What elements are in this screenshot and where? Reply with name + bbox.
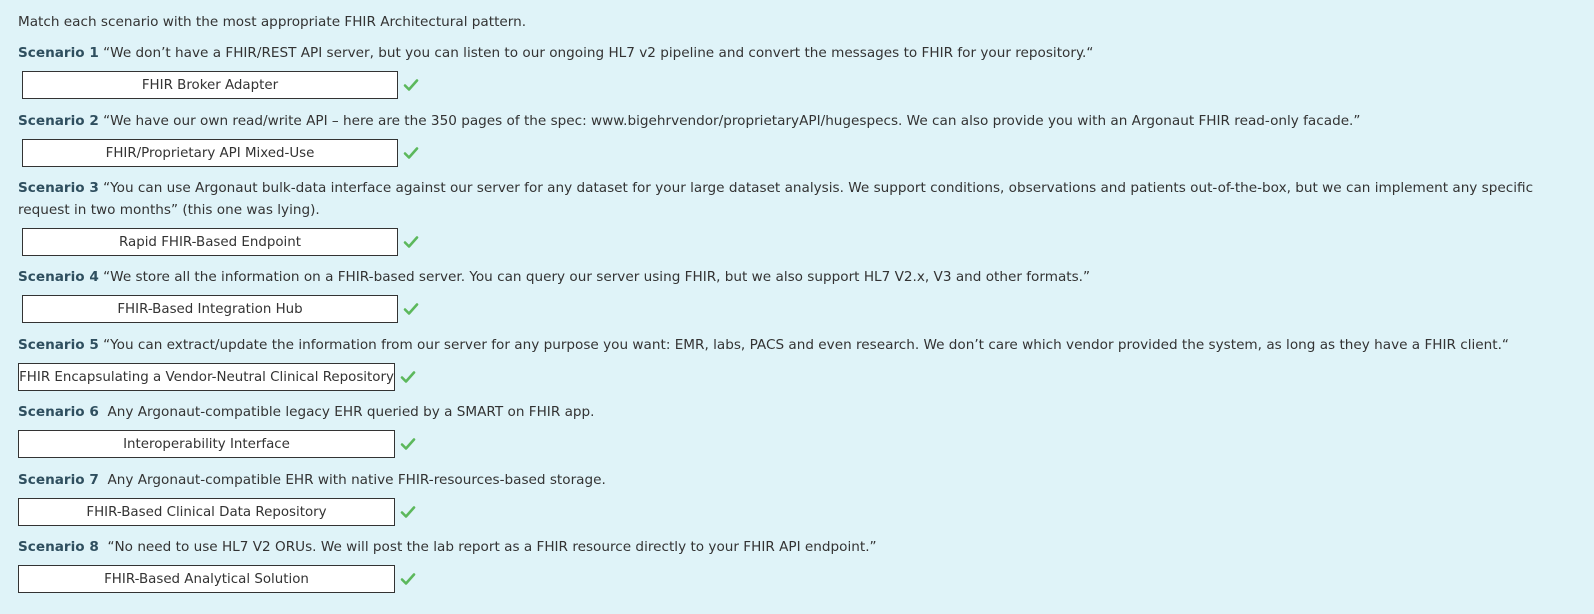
scenario-7-text: Any Argonaut-compatible EHR with native … [107, 472, 606, 488]
scenario-1-label: Scenario 1 [18, 45, 99, 61]
scenario-7-answer-row: FHIR-Based Clinical Data Repository [18, 497, 416, 527]
scenario-4-answer-select[interactable]: FHIR-Based Integration Hub [22, 295, 398, 323]
scenario-7-label: Scenario 7 [18, 472, 99, 488]
scenario-6-label: Scenario 6 [18, 404, 99, 420]
scenario-6-answer-row: Interoperability Interface [18, 429, 416, 459]
scenario-5-label: Scenario 5 [18, 337, 99, 353]
scenario-8-answer-row: FHIR-Based Analytical Solution [18, 564, 416, 594]
scenario-3-text: “You can use Argonaut bulk-data interfac… [18, 180, 1534, 218]
check-icon [403, 79, 419, 91]
scenario-5-text: “You can extract/update the information … [103, 337, 1509, 353]
check-icon [403, 236, 419, 248]
scenario-6-text: Any Argonaut-compatible legacy EHR queri… [107, 404, 595, 420]
scenario-8-label: Scenario 8 [18, 539, 99, 555]
check-icon [403, 147, 419, 159]
scenario-8-text: “No need to use HL7 V2 ORUs. We will pos… [107, 539, 877, 555]
scenario-5-answer-select[interactable]: FHIR Encapsulating a Vendor-Neutral Clin… [18, 363, 395, 391]
scenario-4-text: “We store all the information on a FHIR-… [103, 269, 1091, 285]
scenario-1: Scenario 1 “We don’t have a FHIR/REST AP… [18, 42, 1578, 64]
scenario-1-text: “We don’t have a FHIR/REST API server, b… [103, 45, 1094, 61]
scenario-1-answer-select[interactable]: FHIR Broker Adapter [22, 71, 398, 99]
scenario-4-label: Scenario 4 [18, 269, 99, 285]
scenario-3-answer-select[interactable]: Rapid FHIR-Based Endpoint [22, 228, 398, 256]
scenario-5: Scenario 5 “You can extract/update the i… [18, 334, 1578, 356]
scenario-7-answer-select[interactable]: FHIR-Based Clinical Data Repository [18, 498, 395, 526]
scenario-1-answer-row: FHIR Broker Adapter [22, 70, 419, 100]
scenario-6: Scenario 6 Any Argonaut-compatible legac… [18, 401, 1578, 423]
quiz-question: Match each scenario with the most approp… [0, 0, 1594, 614]
scenario-2: Scenario 2 “We have our own read/write A… [18, 110, 1578, 132]
scenario-8-answer-select[interactable]: FHIR-Based Analytical Solution [18, 565, 395, 593]
scenario-8: Scenario 8 “No need to use HL7 V2 ORUs. … [18, 536, 1578, 558]
scenario-2-label: Scenario 2 [18, 113, 99, 129]
scenario-5-answer-row: FHIR Encapsulating a Vendor-Neutral Clin… [18, 362, 416, 392]
scenario-4: Scenario 4 “We store all the information… [18, 266, 1578, 288]
check-icon [400, 438, 416, 450]
check-icon [403, 303, 419, 315]
scenario-3-label: Scenario 3 [18, 180, 99, 196]
scenario-6-answer-select[interactable]: Interoperability Interface [18, 430, 395, 458]
scenario-3-answer-row: Rapid FHIR-Based Endpoint [22, 227, 419, 257]
scenario-4-answer-row: FHIR-Based Integration Hub [22, 294, 419, 324]
check-icon [400, 573, 416, 585]
scenario-2-answer-row: FHIR/Proprietary API Mixed-Use [22, 138, 419, 168]
check-icon [400, 371, 416, 383]
scenario-2-text: “We have our own read/write API – here a… [103, 113, 1361, 129]
scenario-7: Scenario 7 Any Argonaut-compatible EHR w… [18, 469, 1578, 491]
question-instructions: Match each scenario with the most approp… [18, 14, 527, 30]
check-icon [400, 506, 416, 518]
scenario-2-answer-select[interactable]: FHIR/Proprietary API Mixed-Use [22, 139, 398, 167]
scenario-3: Scenario 3 “You can use Argonaut bulk-da… [18, 177, 1578, 221]
